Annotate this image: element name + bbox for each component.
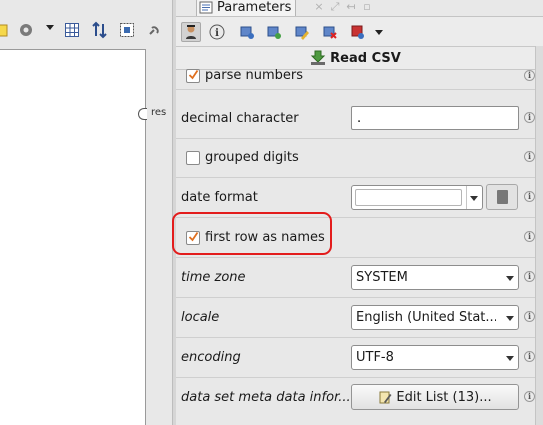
remove-operator-icon[interactable] [320, 22, 340, 42]
minimize-icon[interactable]: ▫ [361, 1, 373, 13]
parse-numbers-checkbox[interactable] [186, 69, 200, 83]
info-icon[interactable]: i [524, 112, 535, 123]
process-panel: res [0, 0, 172, 425]
expert-mode-icon[interactable] [181, 22, 201, 42]
info-icon[interactable]: i [524, 231, 535, 242]
result-port-label: res [151, 107, 167, 118]
time-zone-select[interactable]: SYSTEM [351, 265, 519, 290]
grouped-digits-checkbox[interactable] [186, 151, 200, 165]
param-date-format: date format i [176, 178, 535, 218]
info-icon[interactable]: i [524, 311, 535, 322]
process-toolbar [0, 16, 172, 46]
chevron-down-icon[interactable] [46, 25, 54, 30]
wrench-icon[interactable] [17, 21, 35, 39]
undock-icon[interactable]: ↤ [345, 1, 357, 13]
param-grouped-digits: grouped digits i [176, 138, 535, 178]
date-format-combo[interactable] [351, 185, 483, 210]
info-icon[interactable]: i [524, 351, 535, 362]
info-icon[interactable]: i [524, 271, 535, 282]
checkmark-icon [188, 232, 199, 242]
chevron-down-icon[interactable] [375, 30, 383, 35]
note-icon[interactable] [0, 21, 10, 39]
info-icon[interactable]: i [524, 70, 535, 81]
chevron-down-icon [470, 196, 478, 201]
encoding-value: UTF-8 [356, 350, 394, 365]
first-row-as-names-checkbox[interactable] [186, 231, 200, 245]
decimal-character-input[interactable] [351, 106, 519, 130]
param-parse-numbers: parse numbers i [176, 58, 535, 90]
info-mode-icon[interactable]: i [207, 22, 227, 42]
time-zone-value: SYSTEM [356, 270, 408, 285]
edit-list-button[interactable]: Edit List (13)... [351, 384, 519, 410]
info-icon[interactable]: i [524, 191, 535, 202]
enable-operator-icon[interactable] [264, 22, 284, 42]
document-icon [497, 190, 508, 204]
param-data-set-meta-data: data set meta data infor... Edit List (1… [176, 378, 535, 418]
locale-select[interactable]: English (United Stat... [351, 305, 519, 330]
vertical-scrollbar[interactable] [535, 46, 543, 425]
param-time-zone: time zone SYSTEM i [176, 258, 535, 298]
param-locale: locale English (United Stat... i [176, 298, 535, 338]
chevron-down-icon [506, 356, 514, 361]
process-canvas[interactable] [0, 49, 146, 425]
parameters-toolbar: i [176, 16, 543, 46]
svg-text:i: i [215, 28, 219, 39]
edit-list-label: Edit List (13)... [396, 389, 492, 405]
reorder-arrows-icon[interactable] [91, 21, 109, 39]
first-row-as-names-label: first row as names [205, 230, 325, 245]
data-set-meta-label: data set meta data infor... [181, 390, 351, 405]
parse-numbers-label: parse numbers [205, 68, 303, 83]
link-icon[interactable] [146, 21, 164, 39]
tab-parameters-label: Parameters [217, 0, 292, 15]
date-format-editor-button[interactable] [486, 184, 518, 210]
parameters-panel: Parameters × ⤢ ↤ ▫ i Read CSV parse numb… [172, 0, 543, 425]
locale-value: English (United Stat... [356, 310, 496, 325]
date-format-dropdown-button[interactable] [466, 186, 482, 209]
tab-parameters[interactable]: Parameters [196, 0, 297, 16]
date-format-input[interactable] [355, 189, 462, 206]
chevron-down-icon [506, 316, 514, 321]
maximize-icon[interactable]: ⤢ [329, 1, 341, 13]
checkmark-icon [188, 70, 199, 80]
param-encoding: encoding UTF-8 i [176, 338, 535, 378]
param-decimal-character: decimal character i [176, 99, 535, 139]
tab-header: Parameters × ⤢ ↤ ▫ [176, 0, 543, 16]
auto-fit-icon[interactable] [118, 21, 136, 39]
close-icon[interactable]: × [313, 1, 325, 13]
info-icon[interactable]: i [524, 391, 535, 402]
decimal-character-label: decimal character [181, 111, 299, 126]
encoding-label: encoding [181, 350, 241, 365]
grid-icon[interactable] [63, 21, 81, 39]
rename-icon[interactable] [292, 22, 312, 42]
breakpoint-icon[interactable] [348, 22, 368, 42]
operator-info-icon[interactable] [237, 22, 257, 42]
edit-list-icon [379, 391, 392, 404]
info-icon[interactable]: i [524, 151, 535, 162]
date-format-label: date format [181, 190, 258, 205]
chevron-down-icon [506, 276, 514, 281]
param-first-row-as-names: first row as names i [176, 218, 535, 258]
result-port[interactable] [138, 108, 147, 120]
grouped-digits-label: grouped digits [205, 150, 299, 165]
time-zone-label: time zone [181, 270, 246, 285]
encoding-select[interactable]: UTF-8 [351, 345, 519, 370]
locale-label: locale [181, 310, 220, 325]
parameters-tab-icon [199, 1, 213, 14]
